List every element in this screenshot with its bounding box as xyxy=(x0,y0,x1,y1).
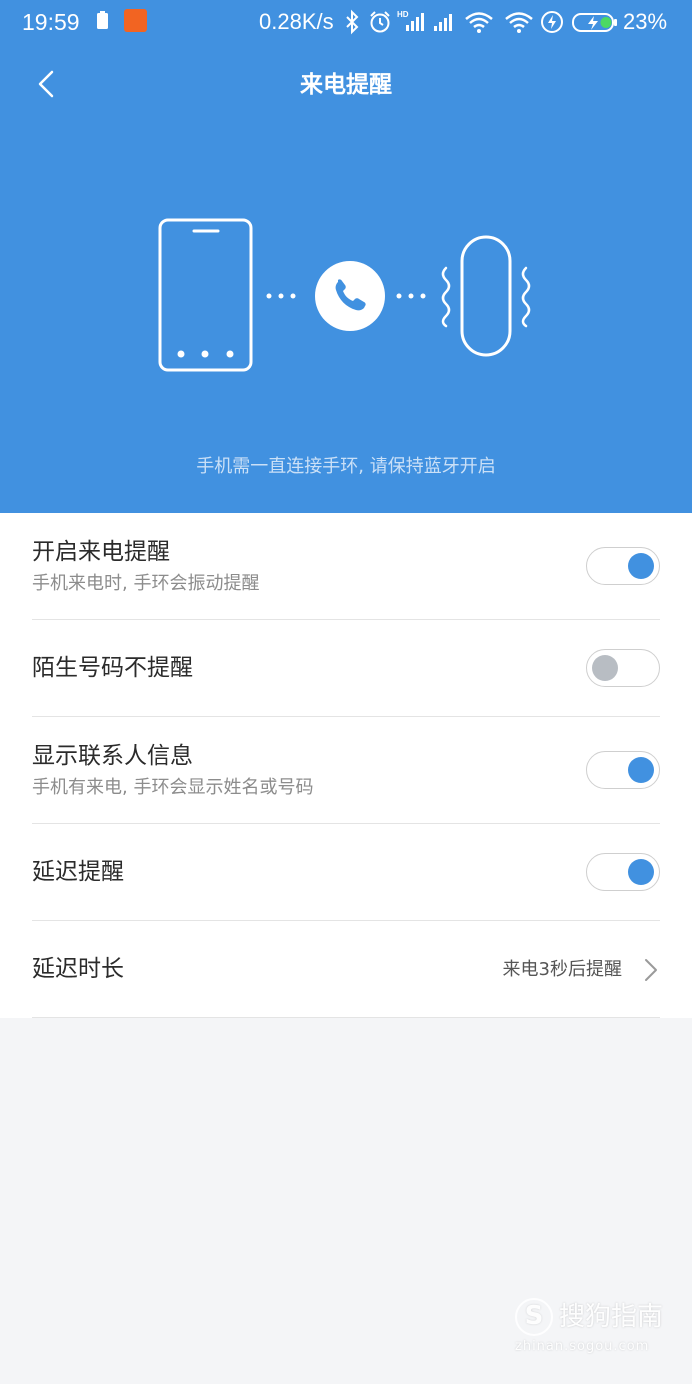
status-bar: 19:59 0.28K/s HD 23% xyxy=(0,0,692,44)
battery-charging-icon xyxy=(572,13,617,32)
phone-outline-icon xyxy=(158,218,253,372)
delay-duration-value: 来电3秒后提醒 xyxy=(502,959,622,980)
setting-row-show-contact[interactable]: 显示联系人信息 手机有来电, 手环会显示姓名或号码 xyxy=(32,717,660,824)
bluetooth-hint: 手机需一直连接手环, 请保持蓝牙开启 xyxy=(196,456,496,477)
battery-percent: 23% xyxy=(623,9,668,34)
band-vibrate-icon xyxy=(441,235,531,357)
alarm-icon xyxy=(370,11,390,33)
network-speed: 0.28K/s xyxy=(259,9,334,34)
flash-icon xyxy=(541,11,563,33)
setting-subtitle: 手机来电时, 手环会振动提醒 xyxy=(32,573,260,594)
illustration xyxy=(158,218,531,372)
show-contact-toggle[interactable] xyxy=(586,751,660,789)
sogou-watermark: S 搜狗指南 zhinan.sogou.com xyxy=(515,1298,675,1362)
status-time: 19:59 xyxy=(22,9,80,35)
app-notification-icon xyxy=(124,9,147,32)
setting-subtitle: 手机有来电, 手环会显示姓名或号码 xyxy=(32,777,314,798)
header-banner: 19:59 0.28K/s HD 23% 来电提醒 手机需一直连接手环, 请保持… xyxy=(0,0,692,513)
setting-title: 延迟时长 xyxy=(32,956,124,982)
call-icon xyxy=(315,261,385,331)
toggle-knob xyxy=(628,757,654,783)
setting-title: 陌生号码不提醒 xyxy=(32,655,193,681)
setting-title: 开启来电提醒 xyxy=(32,539,170,565)
signal-icon xyxy=(434,14,452,31)
delay-reminder-toggle[interactable] xyxy=(586,853,660,891)
chevron-right-icon xyxy=(645,959,657,981)
battery-mini-icon xyxy=(97,11,108,29)
toggle-knob xyxy=(628,553,654,579)
watermark-text: 搜狗指南 xyxy=(559,1302,664,1332)
svg-text:HD: HD xyxy=(397,10,409,19)
wifi-icon xyxy=(465,12,493,33)
setting-row-call-reminder[interactable]: 开启来电提醒 手机来电时, 手环会振动提醒 xyxy=(32,513,660,620)
sogou-logo-icon: S xyxy=(515,1298,553,1336)
page-title: 来电提醒 xyxy=(300,71,392,97)
setting-row-delay-reminder[interactable]: 延迟提醒 xyxy=(32,824,660,921)
call-reminder-toggle[interactable] xyxy=(586,547,660,585)
watermark-url: zhinan.sogou.com xyxy=(515,1339,650,1354)
setting-title: 显示联系人信息 xyxy=(32,743,193,769)
settings-list: 开启来电提醒 手机来电时, 手环会振动提醒 陌生号码不提醒 显示联系人信息 手机… xyxy=(0,513,692,1018)
setting-title: 延迟提醒 xyxy=(32,859,124,885)
setting-row-unknown-number[interactable]: 陌生号码不提醒 xyxy=(32,620,660,717)
unknown-number-toggle[interactable] xyxy=(586,649,660,687)
toggle-knob xyxy=(628,859,654,885)
bluetooth-icon xyxy=(346,9,359,35)
setting-row-delay-duration[interactable]: 延迟时长 来电3秒后提醒 xyxy=(32,921,660,1018)
wifi-icon xyxy=(505,12,533,33)
hd-signal-icon: HD xyxy=(397,10,424,31)
toggle-knob xyxy=(592,655,618,681)
